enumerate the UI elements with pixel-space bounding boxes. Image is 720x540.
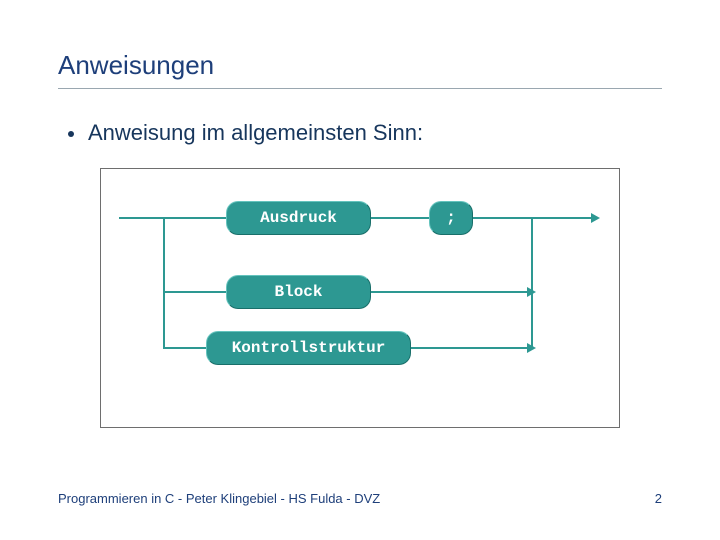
rail	[163, 217, 165, 348]
page-number: 2	[655, 491, 662, 506]
arrow-right-icon	[527, 343, 536, 353]
rail	[119, 217, 226, 219]
footer-text: Programmieren in C - Peter Klingebiel - …	[58, 491, 380, 506]
node-kontrollstruktur: Kontrollstruktur	[206, 331, 411, 365]
arrow-right-icon	[527, 287, 536, 297]
bullet-text: Anweisung im allgemeinsten Sinn:	[88, 120, 423, 146]
bullet-item: Anweisung im allgemeinsten Sinn:	[68, 120, 423, 146]
node-ausdruck-label: Ausdruck	[260, 209, 337, 227]
syntax-diagram-frame: Ausdruck ; Block Kontrollstruktur	[100, 168, 620, 428]
bullet-dot-icon	[68, 131, 74, 137]
node-kontrollstruktur-label: Kontrollstruktur	[232, 339, 386, 357]
rail	[163, 291, 226, 293]
node-ausdruck: Ausdruck	[226, 201, 371, 235]
slide-title: Anweisungen	[58, 50, 214, 81]
arrow-right-icon	[591, 213, 600, 223]
node-semicolon-label: ;	[446, 209, 456, 227]
rail	[411, 347, 533, 349]
node-block-label: Block	[274, 283, 322, 301]
node-block: Block	[226, 275, 371, 309]
rail	[371, 217, 429, 219]
rail	[163, 347, 206, 349]
node-semicolon: ;	[429, 201, 473, 235]
slide: Anweisungen Anweisung im allgemeinsten S…	[0, 0, 720, 540]
title-underline	[58, 88, 662, 89]
rail	[531, 217, 533, 348]
rail	[371, 291, 533, 293]
